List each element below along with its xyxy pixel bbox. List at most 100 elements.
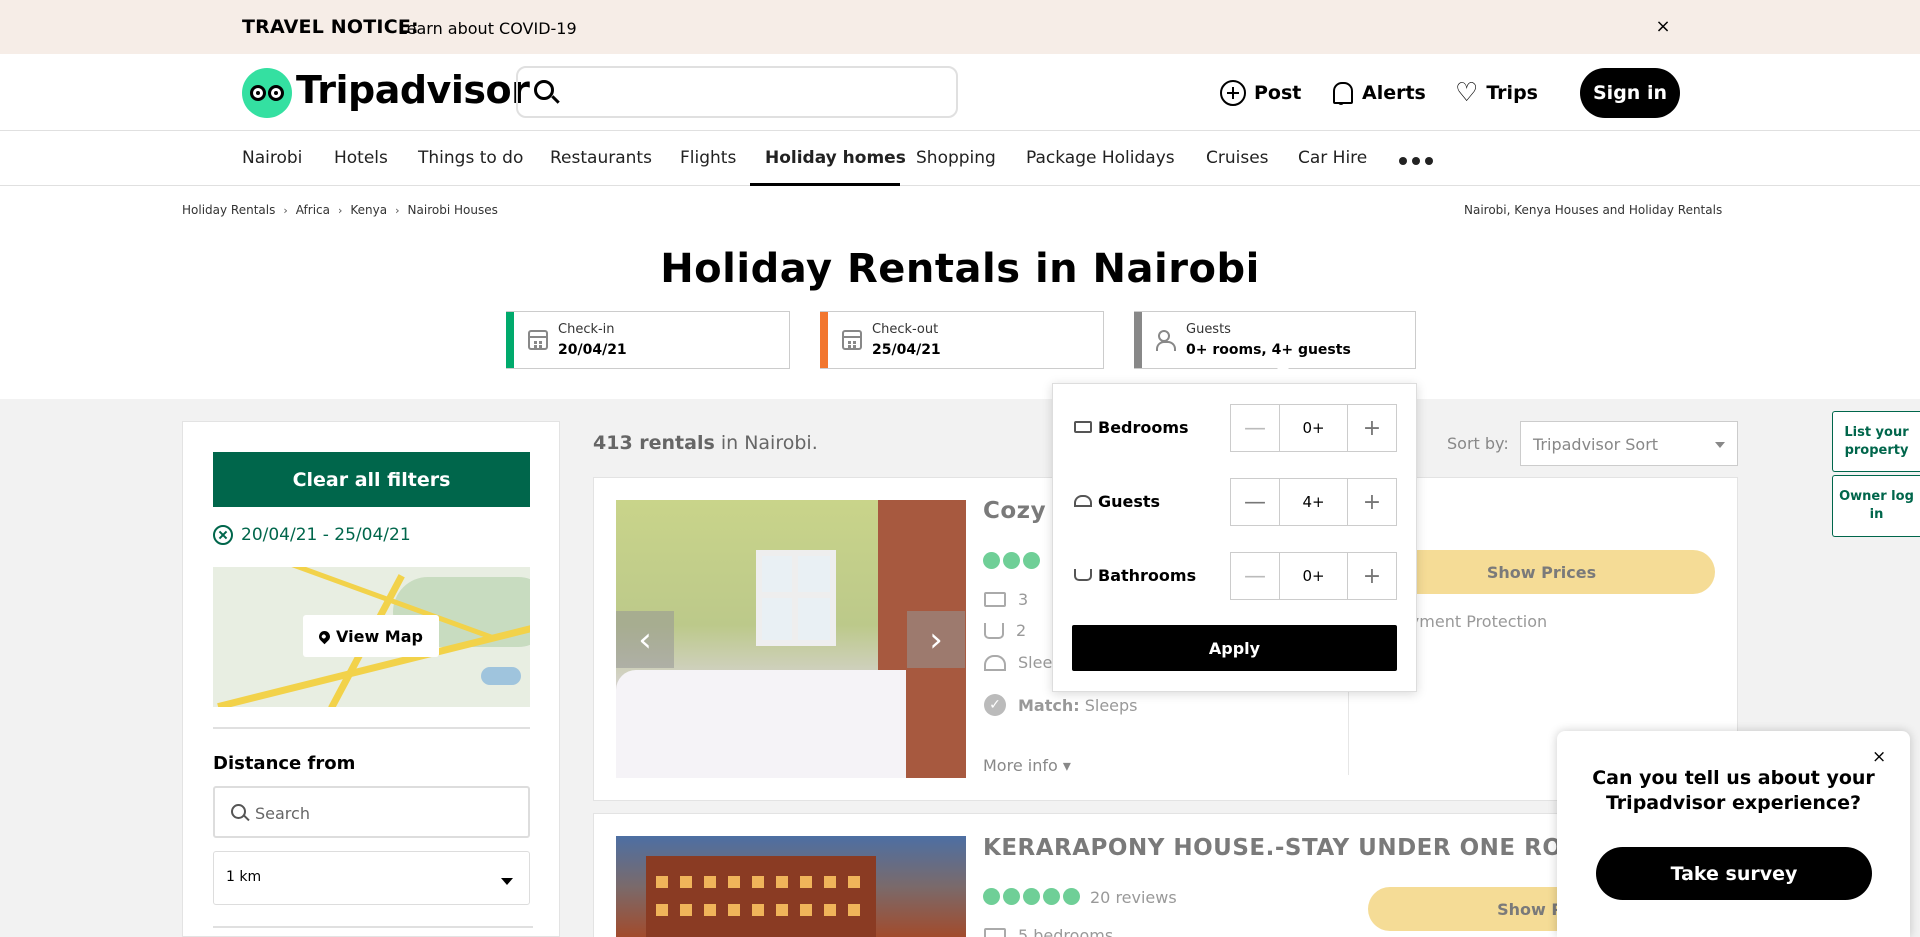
take-survey-button[interactable]: Take survey [1596, 847, 1872, 900]
decrement-bedrooms-button[interactable]: — [1231, 405, 1279, 451]
rentals-count: 413 rentals [593, 432, 715, 454]
guests-value: 0+ rooms, 4+ guests [1186, 342, 1351, 358]
increment-bedrooms-button[interactable]: + [1348, 405, 1396, 451]
nav-flights[interactable]: Flights [680, 148, 736, 168]
alerts-button[interactable]: Alerts [1330, 80, 1426, 106]
bedrooms-row: 3 [984, 590, 1028, 609]
nav-hotels[interactable]: Hotels [334, 148, 388, 168]
active-tab-indicator [750, 183, 900, 186]
rating-bubbles [983, 552, 1040, 569]
logo-text[interactable]: Tripadvisor [296, 68, 530, 112]
page-title: Holiday Rentals in Nairobi [660, 246, 1260, 292]
bell-icon [1330, 80, 1354, 106]
match-row: ✓ Match: Sleeps [984, 694, 1138, 716]
guests-stepper: — 4+ + [1230, 478, 1397, 526]
bedrooms-stepper: — 0+ + [1230, 404, 1397, 452]
bathrooms-value: 2 [1016, 621, 1027, 640]
next-photo-button[interactable]: › [907, 611, 965, 668]
match-label: Match: [1018, 695, 1080, 715]
guests-stepper-row: Guests — 4+ + [1072, 478, 1397, 526]
nav-nairobi[interactable]: Nairobi [242, 148, 302, 168]
breadcrumb-africa[interactable]: Africa [296, 203, 330, 217]
reviews-count[interactable]: 20 reviews [1090, 888, 1177, 907]
bath-icon [1074, 569, 1092, 581]
distance-search-placeholder: Search [255, 804, 310, 823]
nav-cruises[interactable]: Cruises [1206, 148, 1269, 168]
more-icon[interactable] [1399, 157, 1433, 165]
divider [213, 926, 533, 928]
map-pin-icon [316, 628, 333, 644]
breadcrumb-holiday-rentals[interactable]: Holiday Rentals [182, 203, 275, 217]
bedrooms-label: Bedrooms [1098, 418, 1189, 437]
search-icon [231, 804, 246, 819]
checkout-field[interactable]: Check-out 25/04/21 [820, 311, 1104, 369]
nav-restaurants[interactable]: Restaurants [550, 148, 652, 168]
owl-logo-icon[interactable] [242, 68, 292, 118]
main-nav: Nairobi Hotels Things to do Restaurants … [0, 131, 1920, 186]
search-input[interactable] [516, 66, 958, 118]
sign-in-button[interactable]: Sign in [1580, 68, 1680, 118]
bed-icon [984, 928, 1006, 937]
list-property-button[interactable]: List your property [1832, 411, 1920, 472]
post-label: Post [1254, 82, 1302, 104]
guests-field[interactable]: Guests 0+ rooms, 4+ guests [1134, 311, 1416, 369]
date-filter-chip[interactable]: 20/04/21 - 25/04/21 [213, 525, 411, 545]
people-icon [1074, 495, 1092, 507]
plus-circle-icon [1220, 80, 1246, 106]
view-map-label: View Map [336, 626, 423, 646]
covid-link[interactable]: Learn about COVID-19 [398, 19, 577, 38]
prev-photo-button[interactable]: ‹ [616, 611, 674, 668]
survey-question: Can you tell us about your Tripadvisor e… [1592, 767, 1875, 814]
view-map-button[interactable]: View Map [303, 615, 439, 657]
search-icon [534, 80, 554, 100]
bedrooms-count: 0+ [1279, 405, 1348, 451]
map-preview[interactable]: View Map [213, 567, 530, 707]
sort-label: Sort by: [1447, 434, 1509, 453]
increment-bathrooms-button[interactable]: + [1348, 553, 1396, 599]
owner-login-button[interactable]: Owner log in [1832, 475, 1920, 537]
distance-search-input[interactable]: Search [213, 786, 530, 838]
bathrooms-count: 0+ [1279, 553, 1348, 599]
caret-down-icon [1715, 442, 1725, 453]
nav-car-hire[interactable]: Car Hire [1298, 148, 1367, 168]
increment-guests-button[interactable]: + [1348, 479, 1396, 525]
checkout-value: 25/04/21 [872, 342, 941, 358]
clear-filters-button[interactable]: Clear all filters [213, 452, 530, 507]
close-survey-icon[interactable]: × [1872, 747, 1886, 767]
decrement-bathrooms-button[interactable]: — [1231, 553, 1279, 599]
show-prices-button[interactable]: Show Prices [1368, 550, 1715, 594]
breadcrumb-nairobi-houses[interactable]: Nairobi Houses [408, 203, 498, 217]
bedrooms-row: 5 bedrooms [984, 926, 1113, 937]
bathrooms-stepper: — 0+ + [1230, 552, 1397, 600]
chevron-right-icon: › [338, 203, 343, 217]
guests-count: 4+ [1279, 479, 1348, 525]
decrement-guests-button[interactable]: — [1231, 479, 1279, 525]
more-info-link[interactable]: More info ▾ [983, 756, 1071, 775]
checkin-color-bar [506, 312, 514, 368]
nav-holiday-homes[interactable]: Holiday homes [765, 148, 906, 168]
checkin-label: Check-in [558, 322, 615, 337]
close-notice-icon[interactable]: × [1653, 16, 1673, 37]
nav-shopping[interactable]: Shopping [916, 148, 996, 168]
breadcrumb: Holiday Rentals › Africa › Kenya › Nairo… [182, 203, 498, 217]
calendar-icon [528, 330, 548, 350]
breadcrumb-kenya[interactable]: Kenya [350, 203, 387, 217]
rentals-location: in Nairobi. [720, 432, 818, 454]
trips-button[interactable]: ♡ Trips [1455, 80, 1538, 106]
sort-select[interactable]: Tripadvisor Sort [1520, 421, 1738, 466]
guests-color-bar [1134, 312, 1142, 368]
distance-select[interactable]: 1 km [213, 851, 530, 905]
bed-icon [1074, 421, 1092, 433]
apply-button[interactable]: Apply [1072, 625, 1397, 671]
chevron-right-icon: › [395, 203, 400, 217]
checkin-field[interactable]: Check-in 20/04/21 [506, 311, 790, 369]
listing-photo[interactable] [616, 836, 966, 937]
remove-filter-icon[interactable] [213, 525, 233, 545]
checkin-value: 20/04/21 [558, 342, 627, 358]
post-button[interactable]: Post [1220, 80, 1301, 106]
nav-things-to-do[interactable]: Things to do [418, 148, 523, 168]
guests-label: Guests [1186, 322, 1231, 337]
bed-icon [984, 592, 1006, 607]
nav-package-holidays[interactable]: Package Holidays [1026, 148, 1175, 168]
sleeps-row: Sleep [984, 653, 1062, 672]
